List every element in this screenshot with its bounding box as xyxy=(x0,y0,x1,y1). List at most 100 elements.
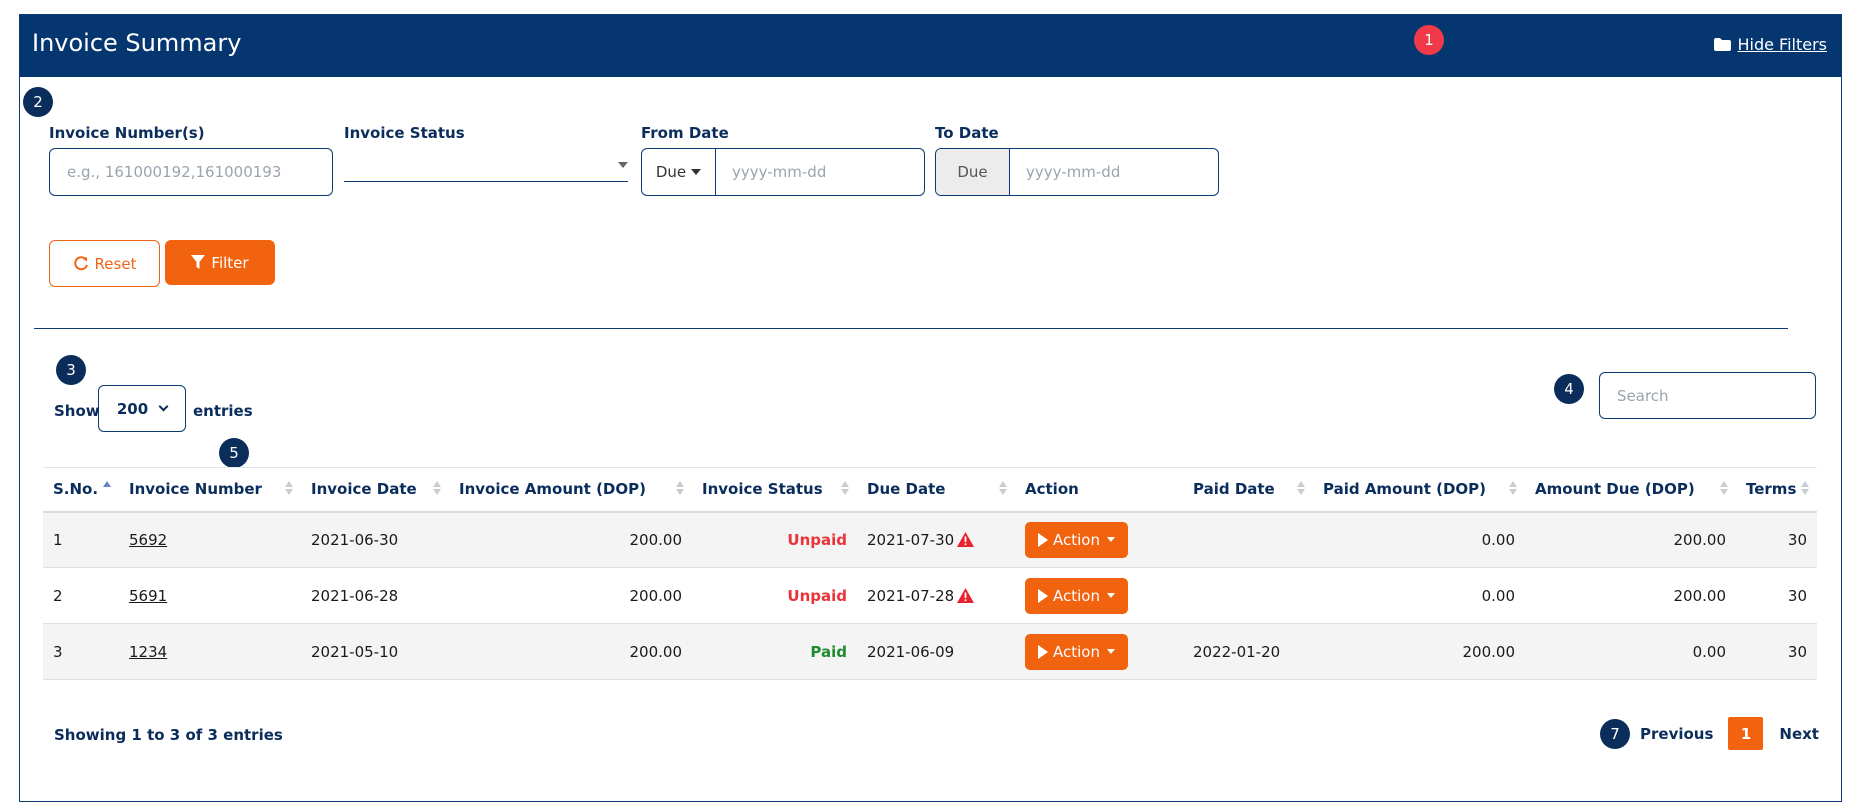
column-header-paid-date[interactable]: Paid Date xyxy=(1183,467,1313,513)
folder-icon xyxy=(1714,38,1732,51)
chevron-down-icon xyxy=(158,401,169,412)
column-header-due-date[interactable]: Due Date xyxy=(857,467,1015,513)
cell-paid-amount: 0.00 xyxy=(1313,567,1525,624)
cell-terms: 30 xyxy=(1736,511,1817,568)
section-divider xyxy=(34,328,1788,329)
cell-paid-date xyxy=(1183,511,1313,568)
invoice-status-select[interactable] xyxy=(344,148,628,182)
invoice-numbers-input[interactable]: e.g., 161000192,161000193 xyxy=(49,148,333,196)
pagination: Previous 1 Next xyxy=(1640,717,1819,750)
cell-action: Action xyxy=(1015,567,1183,624)
hide-filters-link[interactable]: Hide Filters xyxy=(1714,35,1827,54)
funnel-icon xyxy=(191,255,206,269)
chevron-down-icon xyxy=(1106,537,1115,543)
cell-amount-due: 0.00 xyxy=(1525,623,1736,680)
invoice-number-link[interactable]: 5692 xyxy=(129,531,167,549)
filter-label: Filter xyxy=(211,253,249,272)
step-badge-1: 1 xyxy=(1414,25,1444,55)
step-badge-7: 7 xyxy=(1600,719,1630,749)
cell-invoice-number: 5692 xyxy=(119,511,301,568)
invoice-numbers-placeholder: e.g., 161000192,161000193 xyxy=(67,163,282,181)
to-date-prefix-label: Due xyxy=(957,163,988,181)
cell-invoice-date: 2021-06-28 xyxy=(301,567,449,624)
from-date-placeholder: yyyy-mm-dd xyxy=(732,163,827,181)
cell-invoice-number: 1234 xyxy=(119,623,301,680)
cell-invoice-status: Unpaid xyxy=(692,567,857,624)
previous-page-button[interactable]: Previous xyxy=(1640,725,1713,743)
action-dropdown-button[interactable]: Action xyxy=(1025,577,1128,614)
cell-invoice-status: Unpaid xyxy=(692,511,857,568)
cell-terms: 30 xyxy=(1736,567,1817,624)
action-dropdown-button[interactable]: Action xyxy=(1025,521,1128,558)
search-input[interactable]: Search xyxy=(1599,372,1816,419)
invoice-number-link[interactable]: 1234 xyxy=(129,643,167,661)
column-header-invoice-number[interactable]: Invoice Number xyxy=(119,467,301,513)
action-dropdown-button[interactable]: Action xyxy=(1025,633,1128,670)
reset-label: Reset xyxy=(94,254,137,273)
to-date-group: Due yyyy-mm-dd xyxy=(935,148,1219,196)
cell-paid-amount: 200.00 xyxy=(1313,623,1525,680)
column-header-invoice-date[interactable]: Invoice Date xyxy=(301,467,449,513)
next-page-button[interactable]: Next xyxy=(1779,725,1819,743)
entries-per-page-select[interactable]: 200 xyxy=(98,385,186,432)
chevron-down-icon xyxy=(1106,649,1115,654)
cell-due-date: 2021-07-30 xyxy=(857,511,1015,568)
show-label: Show xyxy=(54,402,100,420)
warning-triangle-icon xyxy=(957,587,975,603)
from-date-type-dropdown[interactable]: Due xyxy=(642,149,716,195)
to-date-type-label: Due xyxy=(936,149,1010,195)
showing-entries-text: Showing 1 to 3 of 3 entries xyxy=(54,726,283,744)
cell-sno: 2 xyxy=(43,567,119,624)
column-header-terms[interactable]: Terms xyxy=(1736,467,1817,513)
cell-due-date: 2021-06-09 xyxy=(857,623,1015,680)
step-badge-4: 4 xyxy=(1554,374,1584,404)
from-date-label: From Date xyxy=(641,124,729,142)
cell-due-date: 2021-07-28 xyxy=(857,567,1015,624)
play-icon xyxy=(1038,532,1048,547)
column-header-paid-amount[interactable]: Paid Amount (DOP) xyxy=(1313,467,1525,513)
column-header-invoice-amount[interactable]: Invoice Amount (DOP) xyxy=(449,467,692,513)
from-date-input[interactable]: yyyy-mm-dd xyxy=(716,149,924,195)
step-badge-5: 5 xyxy=(219,438,249,468)
page-title: Invoice Summary xyxy=(32,29,242,57)
table-row: 1 5692 2021-06-30 200.00 Unpaid 2021-07-… xyxy=(43,511,1817,568)
invoice-table: S.No. Invoice Number Invoice Date Invoic… xyxy=(43,467,1817,680)
cell-invoice-amount: 200.00 xyxy=(449,623,692,680)
column-header-action: Action xyxy=(1015,467,1183,513)
step-badge-3: 3 xyxy=(56,355,86,385)
invoice-number-link[interactable]: 5691 xyxy=(129,587,167,605)
cell-invoice-amount: 200.00 xyxy=(449,567,692,624)
cell-invoice-date: 2021-06-30 xyxy=(301,511,449,568)
to-date-input[interactable]: yyyy-mm-dd xyxy=(1010,149,1218,195)
entries-value: 200 xyxy=(116,399,149,418)
filter-button[interactable]: Filter xyxy=(165,240,275,285)
cell-invoice-number: 5691 xyxy=(119,567,301,624)
step-badge-2: 2 xyxy=(23,87,53,117)
from-date-group: Due yyyy-mm-dd xyxy=(641,148,925,196)
invoice-summary-panel: Invoice Summary Hide Filters xyxy=(19,14,1842,802)
column-header-amount-due[interactable]: Amount Due (DOP) xyxy=(1525,467,1736,513)
reset-button[interactable]: Reset xyxy=(49,240,160,287)
cell-paid-amount: 0.00 xyxy=(1313,511,1525,568)
cell-invoice-amount: 200.00 xyxy=(449,511,692,568)
column-header-sno[interactable]: S.No. xyxy=(43,467,119,513)
page-button-current[interactable]: 1 xyxy=(1728,717,1764,750)
cell-sno: 1 xyxy=(43,511,119,568)
invoice-numbers-label: Invoice Number(s) xyxy=(49,124,205,142)
column-header-invoice-status[interactable]: Invoice Status xyxy=(692,467,857,513)
chevron-down-icon xyxy=(1106,593,1115,598)
refresh-icon xyxy=(73,255,88,270)
chevron-down-icon xyxy=(618,162,628,168)
entries-label: entries xyxy=(193,402,253,420)
cell-paid-date: 2022-01-20 xyxy=(1183,623,1313,680)
cell-paid-date xyxy=(1183,567,1313,624)
cell-invoice-date: 2021-05-10 xyxy=(301,623,449,680)
warning-triangle-icon xyxy=(957,531,975,547)
hide-filters-label: Hide Filters xyxy=(1737,35,1827,54)
from-date-prefix-label: Due xyxy=(655,163,687,181)
to-date-label: To Date xyxy=(935,124,999,142)
cell-terms: 30 xyxy=(1736,623,1817,680)
chevron-down-icon xyxy=(691,169,702,175)
panel-header: Invoice Summary Hide Filters xyxy=(20,15,1841,77)
table-row: 2 5691 2021-06-28 200.00 Unpaid 2021-07-… xyxy=(43,567,1817,624)
